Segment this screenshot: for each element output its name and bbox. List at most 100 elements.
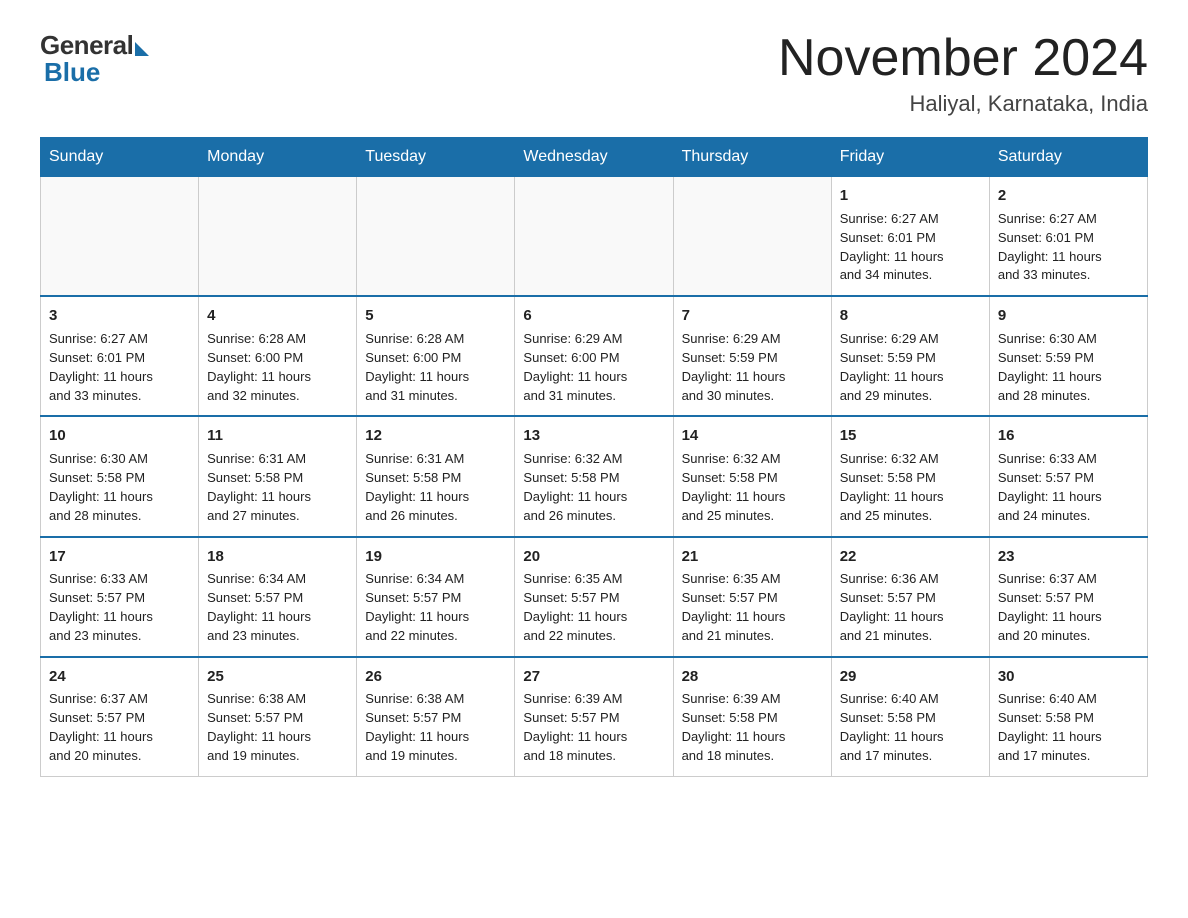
calendar-day-cell: 3 Sunrise: 6:27 AM Sunset: 6:01 PM Daylig… [41,296,199,416]
day-number: 15 [840,425,981,447]
calendar-day-cell: 4 Sunrise: 6:28 AM Sunset: 6:00 PM Daylig… [199,296,357,416]
day-info: Sunrise: 6:27 AM Sunset: 6:01 PM Dayligh… [840,210,981,285]
weekday-header-tuesday: Tuesday [357,138,515,177]
day-number: 14 [682,425,823,447]
calendar-day-cell: 27Sunrise: 6:39 AM Sunset: 5:57 PM Dayli… [515,657,673,777]
calendar-day-cell: 28Sunrise: 6:39 AM Sunset: 5:58 PM Dayli… [673,657,831,777]
day-info: Sunrise: 6:29 AM Sunset: 6:00 PM Dayligh… [523,330,664,405]
calendar-day-cell: 14 Sunrise: 6:32 AM Sunset: 5:58 PM Dayli… [673,416,831,536]
day-info: Sunrise: 6:33 AM Sunset: 5:57 PM Dayligh… [998,450,1139,525]
calendar-week-row: 10Sunrise: 6:30 AM Sunset: 5:58 PM Dayli… [41,416,1148,536]
calendar-day-cell: 30Sunrise: 6:40 AM Sunset: 5:58 PM Dayli… [989,657,1147,777]
day-number: 25 [207,666,348,688]
logo-blue-text: Blue [44,57,100,88]
month-title: November 2024 [778,30,1148,87]
day-info: Sunrise: 6:29 AM Sunset: 5:59 PM Dayligh… [840,330,981,405]
calendar-week-row: 1 Sunrise: 6:27 AM Sunset: 6:01 PM Daylig… [41,177,1148,297]
day-number: 26 [365,666,506,688]
calendar-day-cell: 12 Sunrise: 6:31 AM Sunset: 5:58 PM Dayli… [357,416,515,536]
calendar-day-cell: 11 Sunrise: 6:31 AM Sunset: 5:58 PM Dayli… [199,416,357,536]
day-number: 21 [682,546,823,568]
weekday-header-saturday: Saturday [989,138,1147,177]
day-info: Sunrise: 6:32 AM Sunset: 5:58 PM Dayligh… [840,450,981,525]
calendar-day-cell: 15 Sunrise: 6:32 AM Sunset: 5:58 PM Dayli… [831,416,989,536]
calendar-day-cell [41,177,199,297]
day-number: 16 [998,425,1139,447]
weekday-header-thursday: Thursday [673,138,831,177]
day-number: 17 [49,546,190,568]
calendar-day-cell: 26Sunrise: 6:38 AM Sunset: 5:57 PM Dayli… [357,657,515,777]
day-number: 1 [840,185,981,207]
calendar-day-cell: 18Sunrise: 6:34 AM Sunset: 5:57 PM Dayli… [199,537,357,657]
day-number: 20 [523,546,664,568]
day-info: Sunrise: 6:30 AM Sunset: 5:59 PM Dayligh… [998,330,1139,405]
day-info: Sunrise: 6:39 AM Sunset: 5:57 PM Dayligh… [523,690,664,765]
day-number: 4 [207,305,348,327]
day-info: Sunrise: 6:31 AM Sunset: 5:58 PM Dayligh… [365,450,506,525]
day-info: Sunrise: 6:32 AM Sunset: 5:58 PM Dayligh… [682,450,823,525]
calendar-day-cell: 1 Sunrise: 6:27 AM Sunset: 6:01 PM Daylig… [831,177,989,297]
day-info: Sunrise: 6:31 AM Sunset: 5:58 PM Dayligh… [207,450,348,525]
day-info: Sunrise: 6:35 AM Sunset: 5:57 PM Dayligh… [682,570,823,645]
title-area: November 2024 Haliyal, Karnataka, India [778,30,1148,117]
location-title: Haliyal, Karnataka, India [778,91,1148,117]
calendar-day-cell: 25Sunrise: 6:38 AM Sunset: 5:57 PM Dayli… [199,657,357,777]
calendar-week-row: 3 Sunrise: 6:27 AM Sunset: 6:01 PM Daylig… [41,296,1148,416]
day-info: Sunrise: 6:37 AM Sunset: 5:57 PM Dayligh… [49,690,190,765]
calendar-day-cell: 6 Sunrise: 6:29 AM Sunset: 6:00 PM Daylig… [515,296,673,416]
day-info: Sunrise: 6:27 AM Sunset: 6:01 PM Dayligh… [998,210,1139,285]
day-info: Sunrise: 6:38 AM Sunset: 5:57 PM Dayligh… [207,690,348,765]
header: General Blue November 2024 Haliyal, Karn… [40,30,1148,117]
weekday-header-wednesday: Wednesday [515,138,673,177]
day-number: 12 [365,425,506,447]
calendar-day-cell: 29Sunrise: 6:40 AM Sunset: 5:58 PM Dayli… [831,657,989,777]
day-number: 13 [523,425,664,447]
day-number: 27 [523,666,664,688]
calendar-day-cell: 8Sunrise: 6:29 AM Sunset: 5:59 PM Daylig… [831,296,989,416]
calendar-day-cell: 2 Sunrise: 6:27 AM Sunset: 6:01 PM Daylig… [989,177,1147,297]
day-info: Sunrise: 6:29 AM Sunset: 5:59 PM Dayligh… [682,330,823,405]
calendar-day-cell: 23Sunrise: 6:37 AM Sunset: 5:57 PM Dayli… [989,537,1147,657]
day-info: Sunrise: 6:35 AM Sunset: 5:57 PM Dayligh… [523,570,664,645]
calendar-day-cell: 16 Sunrise: 6:33 AM Sunset: 5:57 PM Dayli… [989,416,1147,536]
day-number: 6 [523,305,664,327]
day-number: 5 [365,305,506,327]
day-info: Sunrise: 6:37 AM Sunset: 5:57 PM Dayligh… [998,570,1139,645]
day-number: 3 [49,305,190,327]
calendar-day-cell: 9 Sunrise: 6:30 AM Sunset: 5:59 PM Daylig… [989,296,1147,416]
calendar-day-cell: 5 Sunrise: 6:28 AM Sunset: 6:00 PM Daylig… [357,296,515,416]
day-number: 22 [840,546,981,568]
weekday-header-row: SundayMondayTuesdayWednesdayThursdayFrid… [41,138,1148,177]
day-number: 24 [49,666,190,688]
logo-triangle-icon [135,42,149,56]
calendar-day-cell [357,177,515,297]
weekday-header-sunday: Sunday [41,138,199,177]
day-info: Sunrise: 6:34 AM Sunset: 5:57 PM Dayligh… [365,570,506,645]
day-info: Sunrise: 6:27 AM Sunset: 6:01 PM Dayligh… [49,330,190,405]
day-info: Sunrise: 6:33 AM Sunset: 5:57 PM Dayligh… [49,570,190,645]
day-number: 30 [998,666,1139,688]
day-number: 29 [840,666,981,688]
calendar-day-cell: 7Sunrise: 6:29 AM Sunset: 5:59 PM Daylig… [673,296,831,416]
weekday-header-monday: Monday [199,138,357,177]
day-info: Sunrise: 6:40 AM Sunset: 5:58 PM Dayligh… [840,690,981,765]
calendar-day-cell: 22Sunrise: 6:36 AM Sunset: 5:57 PM Dayli… [831,537,989,657]
day-info: Sunrise: 6:40 AM Sunset: 5:58 PM Dayligh… [998,690,1139,765]
day-number: 2 [998,185,1139,207]
day-number: 11 [207,425,348,447]
day-number: 19 [365,546,506,568]
day-info: Sunrise: 6:39 AM Sunset: 5:58 PM Dayligh… [682,690,823,765]
day-info: Sunrise: 6:36 AM Sunset: 5:57 PM Dayligh… [840,570,981,645]
day-number: 23 [998,546,1139,568]
calendar-day-cell: 20Sunrise: 6:35 AM Sunset: 5:57 PM Dayli… [515,537,673,657]
calendar-day-cell [515,177,673,297]
calendar-day-cell: 21Sunrise: 6:35 AM Sunset: 5:57 PM Dayli… [673,537,831,657]
calendar-day-cell [673,177,831,297]
calendar-week-row: 17Sunrise: 6:33 AM Sunset: 5:57 PM Dayli… [41,537,1148,657]
day-number: 9 [998,305,1139,327]
calendar-week-row: 24Sunrise: 6:37 AM Sunset: 5:57 PM Dayli… [41,657,1148,777]
day-info: Sunrise: 6:28 AM Sunset: 6:00 PM Dayligh… [365,330,506,405]
day-info: Sunrise: 6:28 AM Sunset: 6:00 PM Dayligh… [207,330,348,405]
calendar-day-cell: 17Sunrise: 6:33 AM Sunset: 5:57 PM Dayli… [41,537,199,657]
calendar-table: SundayMondayTuesdayWednesdayThursdayFrid… [40,137,1148,777]
